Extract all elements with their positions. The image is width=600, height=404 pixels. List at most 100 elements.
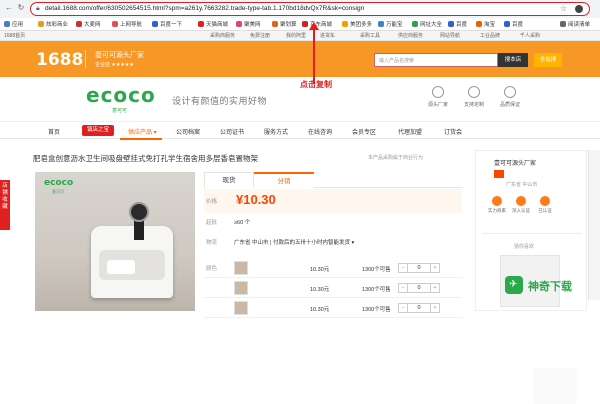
search-shop-button[interactable]: 搜本店 — [498, 53, 528, 67]
shop-card-name[interactable]: 壹可可源头厂家 — [494, 158, 536, 167]
shop-name[interactable]: 壹可可源头厂家 — [95, 50, 144, 60]
bookmark-item[interactable]: 万能宝 — [378, 20, 403, 29]
top-link[interactable]: 千人采购 — [520, 32, 540, 39]
bookmark-item[interactable]: 百度 — [448, 20, 467, 29]
bookmark-label: 百度 — [456, 22, 468, 28]
sku-thumbnail[interactable] — [234, 301, 248, 315]
top-link[interactable]: 供应商服务 — [398, 32, 423, 39]
bookmark-item[interactable]: 百度 — [504, 20, 523, 29]
favorite-shop-tab[interactable]: 店铺收藏 — [0, 180, 10, 230]
product-image[interactable]: ecoco 意可可 — [35, 172, 195, 311]
bookmark-item[interactable]: 淘宝 — [476, 20, 495, 29]
shop-cert-item[interactable]: 深入认证 — [512, 196, 530, 214]
shop-cert-item[interactable]: 已认证 — [536, 196, 554, 214]
bookmark-item[interactable]: 阅读清单 — [560, 20, 590, 29]
min-order-value: ≥60 个 — [234, 220, 251, 226]
product-meta: 本产品采购属于商业行为 — [368, 155, 424, 161]
nav-members[interactable]: 会员专区 — [352, 127, 376, 136]
divider — [85, 50, 86, 68]
bookmarks-bar: 应用 炫彩商业 大麦网 上网导航 百度一下 天猫商城 聚美网 聚划算 京东商城 美团多多 万能宝 网址… — [0, 18, 600, 31]
nav-featured-badge[interactable]: 镇店之宝 — [82, 125, 115, 136]
quantity-stepper[interactable]: −0 + — [398, 283, 440, 293]
tab-distribution[interactable]: 分销 — [254, 172, 314, 188]
top-link[interactable]: 1688首页 — [4, 32, 25, 39]
soap-bar — [107, 260, 135, 274]
address-bar[interactable]: 🔒︎ detail.1688.com/offer/630502654515.ht… — [30, 2, 590, 16]
bookmark-label: 应用 — [12, 22, 24, 28]
top-link[interactable]: 网站导航 — [440, 32, 460, 39]
bookmark-label: 美团多多 — [350, 22, 373, 28]
url-text[interactable]: detail.1688.com/offer/630502654515.html?… — [45, 5, 364, 12]
shop-cert-item[interactable]: 实力商家 — [488, 196, 506, 214]
bookmark-item[interactable]: 网址大全 — [412, 20, 442, 29]
top-link[interactable]: 进货车 — [320, 32, 335, 39]
nav-home[interactable]: 首页 — [48, 127, 60, 136]
shield-icon — [504, 86, 516, 98]
bookmark-item[interactable]: 炫彩商业 — [38, 20, 68, 29]
bookmark-item[interactable]: 天猫商城 — [198, 20, 228, 29]
nav-company[interactable]: 公司档案 — [176, 127, 200, 136]
bookmark-label: 炫彩商业 — [46, 22, 69, 28]
bookmark-label: 阅读清单 — [568, 22, 591, 28]
watch-illustration — [129, 202, 149, 222]
bookmark-item[interactable]: 大麦网 — [76, 20, 101, 29]
service-item: 源头厂家 — [426, 86, 450, 108]
custom-icon — [468, 86, 480, 98]
top-link[interactable]: 我的阿里 — [286, 32, 306, 39]
star-icon[interactable]: ☆ — [560, 4, 567, 13]
verify-icon — [516, 196, 526, 206]
bookmark-favicon-icon — [302, 21, 308, 27]
bookmark-item[interactable]: 聚划算 — [272, 20, 297, 29]
back-icon[interactable]: ← — [4, 3, 14, 13]
search-all-button[interactable]: 全站搜 — [534, 53, 562, 67]
bookmark-item[interactable]: 聚美网 — [236, 20, 261, 29]
avatar[interactable] — [575, 5, 583, 13]
nav-consult[interactable]: 在线咨询 — [308, 127, 332, 136]
shop-card-location: 广东省 中山市 — [506, 182, 538, 188]
quantity-value[interactable]: 0 — [408, 264, 430, 272]
bookmark-item[interactable]: 应用 — [4, 20, 23, 29]
quantity-stepper[interactable]: −0 + — [398, 303, 440, 313]
quantity-stepper[interactable]: −0 + — [398, 263, 440, 273]
annotation-arrow — [313, 28, 315, 84]
bookmark-item[interactable]: 上网导航 — [112, 20, 142, 29]
sku-price: 10.30元 — [310, 267, 330, 273]
sku-thumbnail[interactable] — [234, 281, 248, 295]
bookmark-label: 天猫商城 — [206, 22, 229, 28]
soap-box-illustration — [91, 226, 173, 298]
min-order-label: 起批 — [206, 220, 218, 226]
minus-icon[interactable]: − — [399, 284, 408, 292]
site-logo[interactable]: 1688 — [36, 50, 83, 70]
shipping-value[interactable]: 广东省 中山市 | 付款后的五卅十小时内智能发货 ▾ — [234, 238, 354, 246]
brand-logo: ecoco — [86, 83, 156, 107]
image-brand-sub: 意可可 — [52, 189, 64, 194]
nav-agent[interactable]: 代理加盟 — [398, 127, 422, 136]
top-link[interactable]: 采购工具 — [360, 32, 380, 39]
bookmark-item[interactable]: 百度一下 — [152, 20, 182, 29]
tab-in-stock[interactable]: 现货 — [204, 172, 254, 188]
nav-certificates[interactable]: 公司证书 — [220, 127, 244, 136]
sku-thumbnail[interactable] — [234, 261, 248, 275]
search-input[interactable]: 输入产品名搜索 — [374, 53, 498, 67]
top-link[interactable]: 免费注册 — [250, 32, 270, 39]
shop-rating: 企业店 ★★★★★ — [95, 62, 134, 68]
nav-products[interactable]: 供应产品 ▾ — [128, 127, 157, 136]
minus-icon[interactable]: − — [399, 264, 408, 272]
check-icon — [540, 196, 550, 206]
brand-sub: 意可可 — [112, 108, 128, 114]
top-link[interactable]: 采购商服务 — [210, 32, 235, 39]
nav-orders[interactable]: 订货会 — [444, 127, 462, 136]
refresh-icon[interactable]: ↻ — [16, 3, 26, 13]
service-item: 品质保证 — [498, 86, 522, 108]
plus-icon[interactable]: + — [430, 264, 439, 272]
quantity-value[interactable]: 0 — [408, 284, 430, 292]
nav-service[interactable]: 服务方式 — [264, 127, 288, 136]
top-link[interactable]: 工业品牌 — [480, 32, 500, 39]
plus-icon[interactable]: + — [430, 284, 439, 292]
bookmark-favicon-icon — [272, 21, 278, 27]
recommend-title: 猜你喜欢 — [514, 244, 535, 250]
bookmark-favicon-icon — [448, 21, 454, 27]
right-toolbar[interactable] — [588, 150, 600, 300]
bookmark-item[interactable]: 美团多多 — [342, 20, 372, 29]
bookmark-label: 百度一下 — [160, 22, 183, 28]
